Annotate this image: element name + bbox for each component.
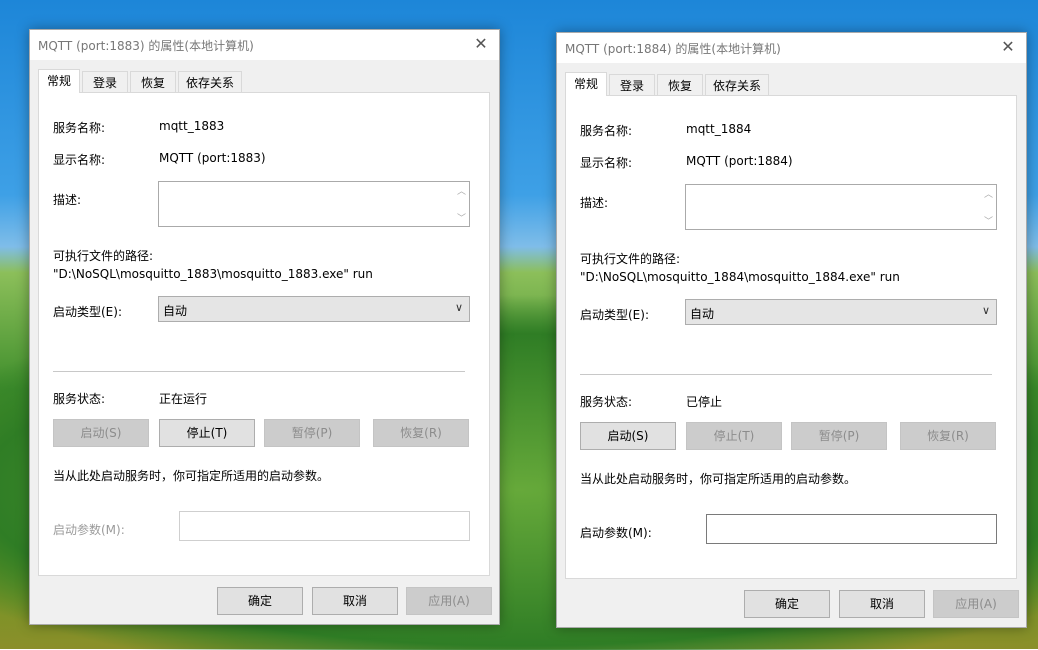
apply-button[interactable]: 应用(A) <box>406 587 492 615</box>
exe-path-value: "D:\NoSQL\mosquitto_1884\mosquitto_1884.… <box>580 270 900 284</box>
service-status-value: 正在运行 <box>159 392 208 406</box>
start-params-label: 启动参数(M): <box>580 526 652 540</box>
service-status-label: 服务状态: <box>53 392 106 406</box>
display-name-value: MQTT (port:1884) <box>686 154 793 168</box>
start-params-hint: 当从此处启动服务时，你可指定所适用的启动参数。 <box>53 469 330 483</box>
close-icon[interactable]: ✕ <box>998 37 1018 57</box>
window-title: MQTT (port:1883) 的属性(本地计算机) <box>38 39 254 53</box>
startup-type-label: 启动类型(E): <box>580 308 649 322</box>
startup-type-value: 自动 <box>163 304 188 318</box>
ok-button[interactable]: 确定 <box>744 590 830 618</box>
stop-button[interactable]: 停止(T) <box>686 422 782 450</box>
close-icon[interactable]: ✕ <box>471 34 491 54</box>
startup-type-label: 启动类型(E): <box>53 305 122 319</box>
description-box[interactable]: ︿ ﹀ <box>685 184 997 230</box>
divider <box>580 374 992 375</box>
start-button[interactable]: 启动(S) <box>580 422 676 450</box>
description-label: 描述: <box>580 196 609 210</box>
tab-logon[interactable]: 登录 <box>82 71 128 92</box>
service-name-label: 服务名称: <box>580 124 633 138</box>
window-title: MQTT (port:1884) 的属性(本地计算机) <box>565 42 781 56</box>
exe-path-label: 可执行文件的路径: <box>53 249 154 263</box>
ok-button[interactable]: 确定 <box>217 587 303 615</box>
description-label: 描述: <box>53 193 82 207</box>
exe-path-label: 可执行文件的路径: <box>580 252 681 266</box>
tab-general[interactable]: 常规 <box>38 69 80 93</box>
chevron-down-icon[interactable]: ﹀ <box>457 211 466 224</box>
resume-button[interactable]: 恢复(R) <box>900 422 996 450</box>
start-params-input[interactable] <box>179 511 470 541</box>
tab-recovery[interactable]: 恢复 <box>657 74 703 95</box>
chevron-up-icon[interactable]: ︿ <box>457 184 466 197</box>
tab-dependencies[interactable]: 依存关系 <box>178 71 242 92</box>
service-properties-dialog-1884: MQTT (port:1884) 的属性(本地计算机) ✕ 常规 登录 恢复 依… <box>556 32 1027 628</box>
cancel-button[interactable]: 取消 <box>312 587 398 615</box>
chevron-down-icon: ∨ <box>981 304 990 317</box>
start-params-label: 启动参数(M): <box>53 523 125 537</box>
title-bar: MQTT (port:1883) 的属性(本地计算机) ✕ <box>30 30 499 60</box>
cancel-button[interactable]: 取消 <box>839 590 925 618</box>
apply-button[interactable]: 应用(A) <box>933 590 1019 618</box>
general-panel: 服务名称: mqtt_1884 显示名称: MQTT (port:1884) 描… <box>565 95 1017 579</box>
description-box[interactable]: ︿ ﹀ <box>158 181 470 227</box>
service-status-label: 服务状态: <box>580 395 633 409</box>
tab-general[interactable]: 常规 <box>565 72 607 96</box>
startup-type-value: 自动 <box>690 307 715 321</box>
title-bar: MQTT (port:1884) 的属性(本地计算机) ✕ <box>557 33 1026 63</box>
start-button[interactable]: 启动(S) <box>53 419 149 447</box>
pause-button[interactable]: 暂停(P) <box>264 419 360 447</box>
display-name-label: 显示名称: <box>580 156 633 170</box>
pause-button[interactable]: 暂停(P) <box>791 422 887 450</box>
service-properties-dialog-1883: MQTT (port:1883) 的属性(本地计算机) ✕ 常规 登录 恢复 依… <box>29 29 500 625</box>
start-params-input[interactable] <box>706 514 997 544</box>
service-name-value: mqtt_1884 <box>686 122 752 136</box>
tab-dependencies[interactable]: 依存关系 <box>705 74 769 95</box>
general-panel: 服务名称: mqtt_1883 显示名称: MQTT (port:1883) 描… <box>38 92 490 576</box>
service-status-value: 已停止 <box>686 395 723 409</box>
startup-type-select[interactable]: 自动 ∨ <box>685 299 997 325</box>
service-name-label: 服务名称: <box>53 121 106 135</box>
tab-logon[interactable]: 登录 <box>609 74 655 95</box>
chevron-down-icon[interactable]: ﹀ <box>984 214 993 227</box>
exe-path-value: "D:\NoSQL\mosquitto_1883\mosquitto_1883.… <box>53 267 373 281</box>
display-name-value: MQTT (port:1883) <box>159 151 266 165</box>
tab-recovery[interactable]: 恢复 <box>130 71 176 92</box>
chevron-up-icon[interactable]: ︿ <box>984 187 993 200</box>
chevron-down-icon: ∨ <box>454 301 463 314</box>
display-name-label: 显示名称: <box>53 153 106 167</box>
stop-button[interactable]: 停止(T) <box>159 419 255 447</box>
divider <box>53 371 465 372</box>
resume-button[interactable]: 恢复(R) <box>373 419 469 447</box>
start-params-hint: 当从此处启动服务时，你可指定所适用的启动参数。 <box>580 472 857 486</box>
startup-type-select[interactable]: 自动 ∨ <box>158 296 470 322</box>
service-name-value: mqtt_1883 <box>159 119 225 133</box>
